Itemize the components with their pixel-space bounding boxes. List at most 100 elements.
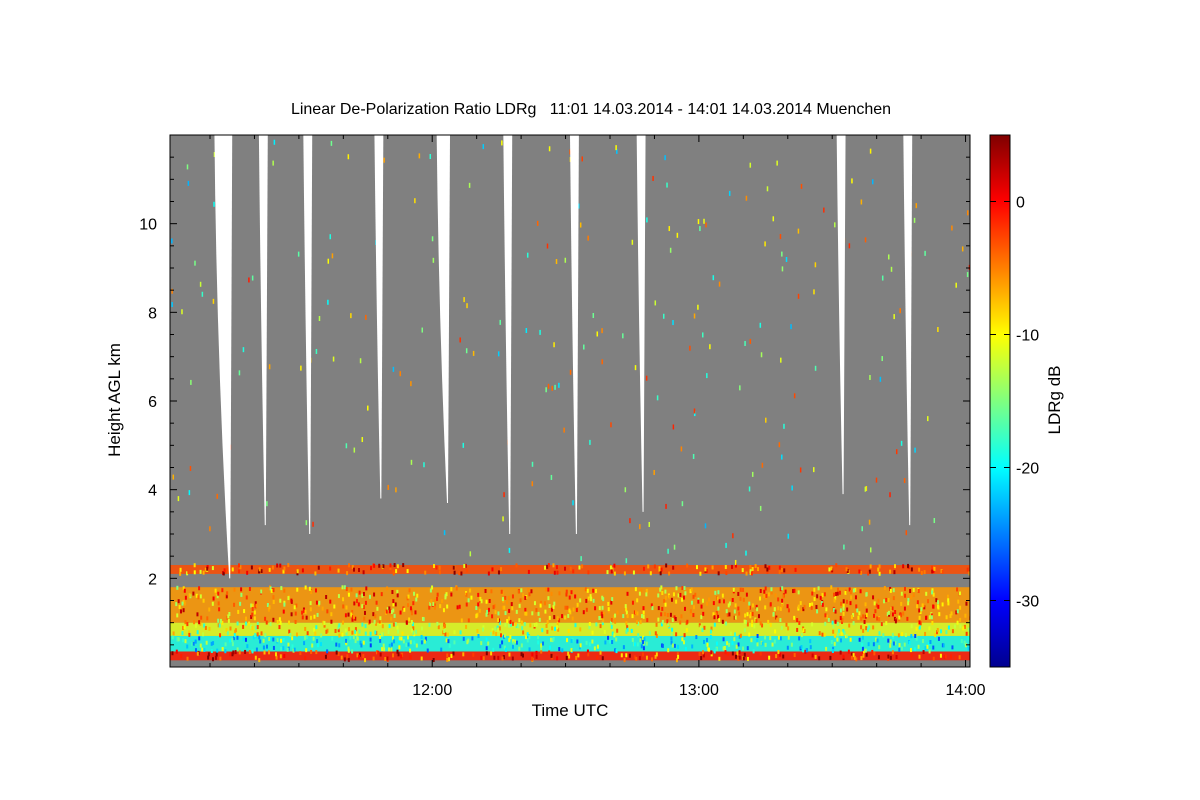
speckle	[576, 639, 579, 644]
speckle	[296, 569, 299, 574]
speckle	[465, 592, 468, 597]
speckle	[431, 585, 434, 590]
speckle	[771, 642, 774, 647]
speckle	[311, 643, 314, 648]
speckle	[497, 570, 500, 575]
speckle	[551, 385, 553, 391]
speckle	[659, 571, 662, 576]
speckle	[522, 593, 525, 598]
speckle	[861, 635, 864, 640]
speckle	[492, 647, 495, 652]
speckle	[184, 639, 187, 644]
speckle	[710, 650, 713, 655]
speckle	[306, 631, 309, 636]
speckle	[561, 614, 564, 619]
speckle	[706, 373, 708, 379]
speckle	[717, 590, 720, 595]
speckle	[420, 626, 423, 631]
speckle	[697, 304, 699, 310]
speckle	[447, 639, 450, 644]
speckle	[639, 524, 641, 530]
speckle	[347, 154, 350, 160]
speckle	[500, 589, 503, 594]
speckle	[410, 628, 413, 633]
speckle	[250, 565, 253, 570]
speckle	[661, 619, 664, 624]
speckle	[171, 238, 173, 244]
speckle	[903, 478, 906, 484]
speckle	[797, 604, 800, 609]
speckle	[203, 623, 206, 628]
speckle	[842, 654, 845, 659]
speckle	[780, 625, 783, 630]
speckle	[256, 625, 259, 630]
speckle	[662, 313, 665, 319]
speckle	[370, 566, 373, 571]
speckle	[208, 607, 211, 612]
speckle	[443, 623, 446, 628]
speckle	[872, 642, 875, 647]
speckle	[192, 641, 195, 646]
speckle	[840, 631, 843, 636]
speckle	[445, 638, 448, 643]
speckle	[592, 588, 595, 593]
speckle	[450, 653, 453, 658]
speckle	[956, 620, 959, 625]
speckle	[947, 625, 950, 630]
speckle	[671, 643, 674, 648]
speckle	[660, 567, 663, 572]
speckle	[501, 656, 504, 661]
speckle	[728, 642, 731, 647]
speckle	[402, 639, 405, 644]
speckle	[181, 601, 184, 606]
speckle	[567, 629, 570, 634]
speckle	[963, 640, 966, 645]
speckle	[203, 647, 206, 652]
speckle	[705, 637, 708, 642]
speckle	[670, 636, 673, 641]
speckle	[728, 612, 731, 617]
speckle	[737, 642, 740, 647]
speckle	[431, 236, 434, 242]
speckle	[721, 593, 724, 598]
speckle	[178, 605, 181, 610]
x-tick-label: 12:00	[412, 682, 452, 699]
speckle	[728, 190, 731, 196]
speckle	[642, 614, 645, 619]
speckle	[585, 598, 588, 603]
speckle	[337, 568, 340, 573]
speckle	[704, 523, 707, 529]
speckle	[553, 342, 555, 348]
x-axis-label: Time UTC	[532, 701, 609, 720]
speckle	[407, 603, 410, 608]
speckle	[878, 631, 881, 636]
speckle	[378, 563, 381, 568]
speckle	[865, 592, 868, 597]
speckle	[776, 617, 779, 622]
speckle	[246, 644, 249, 649]
speckle	[368, 619, 371, 624]
speckle	[864, 486, 867, 492]
speckle	[197, 595, 200, 600]
speckle	[305, 615, 308, 620]
speckle	[338, 643, 341, 648]
speckle	[898, 647, 901, 652]
speckle	[570, 590, 573, 595]
speckle	[175, 649, 178, 654]
speckle	[656, 395, 659, 401]
speckle	[240, 592, 243, 597]
speckle	[315, 348, 318, 354]
speckle	[598, 616, 601, 621]
speckle	[889, 492, 891, 498]
speckle	[802, 648, 805, 653]
speckle	[779, 636, 782, 641]
speckle	[392, 571, 395, 576]
speckle	[263, 650, 266, 655]
speckle	[345, 605, 348, 610]
speckle	[182, 638, 185, 643]
speckle	[508, 547, 511, 553]
speckle	[346, 654, 349, 659]
speckle	[910, 634, 913, 639]
speckle	[614, 619, 617, 624]
speckle	[734, 559, 737, 565]
